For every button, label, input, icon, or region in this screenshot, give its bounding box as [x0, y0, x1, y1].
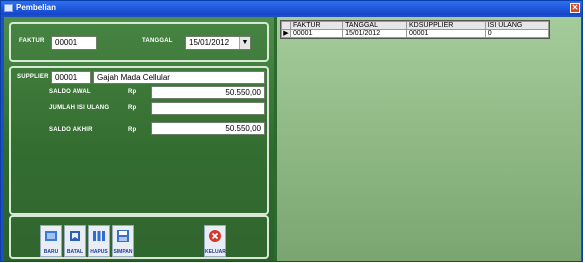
supplier-label: SUPPLIER [17, 74, 49, 80]
saldo-akhir-currency: Rp [128, 127, 137, 133]
app-icon [4, 4, 13, 12]
tanggal-label: TANGGAL [142, 38, 173, 44]
grid-header-row: FAKTUR TANGGAL KDSUPPLIER ISI ULANG [281, 21, 550, 30]
jumlah-isi-ulang-label: JUMLAH ISI ULANG [49, 105, 110, 111]
column-header[interactable]: ISI ULANG [484, 21, 550, 30]
supplier-code-input[interactable]: 00001 [51, 71, 91, 84]
form-pane: FAKTUR 00001 TANGGAL 15/01/2012 ▼ SUPPLI… [4, 17, 274, 261]
row-indicator-icon: ▶ [281, 29, 291, 38]
row-selector-header [281, 21, 291, 30]
saldo-awal-input[interactable]: 50.550,00 [151, 86, 265, 99]
saldo-awal-currency: Rp [128, 89, 137, 95]
data-grid[interactable]: FAKTUR TANGGAL KDSUPPLIER ISI ULANG ▶ 00… [280, 20, 550, 39]
keluar-label: KELUAR [205, 249, 226, 255]
batal-label: BATAL [66, 249, 84, 255]
jumlah-currency: Rp [128, 105, 137, 111]
faktur-label: FAKTUR [19, 38, 45, 44]
saldo-akhir-input[interactable]: 50.550,00 [151, 122, 265, 135]
window-title: Pembelian [16, 3, 57, 12]
table-cell[interactable]: 00001 [289, 29, 344, 38]
column-header[interactable]: FAKTUR [289, 21, 344, 30]
column-header[interactable]: TANGGAL [342, 21, 407, 30]
faktur-input[interactable]: 00001 [51, 36, 97, 50]
detail-panel: SUPPLIER 00001 Gajah Mada Cellular SALDO… [9, 66, 269, 215]
hapus-button[interactable]: HAPUS [88, 225, 110, 257]
jumlah-isi-ulang-input[interactable] [151, 102, 265, 115]
tanggal-date-picker[interactable]: 15/01/2012 ▼ [185, 36, 251, 50]
grid-pane: FAKTUR TANGGAL KDSUPPLIER ISI ULANG ▶ 00… [277, 17, 581, 261]
header-panel: FAKTUR 00001 TANGGAL 15/01/2012 ▼ [9, 22, 269, 62]
simpan-button[interactable]: SIMPAN [112, 225, 134, 257]
table-cell[interactable]: 00001 [405, 29, 486, 38]
simpan-label: SIMPAN [113, 249, 133, 255]
supplier-name-input[interactable]: Gajah Mada Cellular [93, 71, 265, 84]
tanggal-value: 15/01/2012 [189, 38, 230, 47]
title-bar[interactable]: Pembelian ✕ [1, 1, 582, 15]
baru-button[interactable]: BARU [40, 225, 62, 257]
exit-x-icon [209, 230, 221, 242]
undo-icon [70, 231, 80, 241]
close-icon[interactable]: ✕ [570, 3, 580, 13]
batal-button[interactable]: BATAL [64, 225, 86, 257]
table-row[interactable]: ▶ 00001 15/01/2012 00001 0 [281, 29, 550, 38]
new-document-icon [45, 231, 57, 241]
pembelian-window: Pembelian ✕ FAKTUR 00001 TANGGAL 15/01/2… [0, 0, 583, 262]
client-area: FAKTUR 00001 TANGGAL 15/01/2012 ▼ SUPPLI… [4, 17, 581, 261]
baru-label: BARU [43, 249, 59, 255]
table-cell[interactable]: 15/01/2012 [342, 29, 407, 38]
column-header[interactable]: KDSUPPLIER [405, 21, 486, 30]
dropdown-arrow-icon[interactable]: ▼ [239, 37, 250, 49]
toolbar-panel: BARU BATAL HAPUS SIMPAN KELUAR [9, 215, 269, 259]
hapus-label: HAPUS [90, 249, 108, 255]
table-cell[interactable]: 0 [484, 29, 550, 38]
saldo-awal-label: SALDO AWAL [49, 89, 91, 95]
save-disk-icon [117, 230, 129, 242]
saldo-akhir-label: SALDO AKHIR [49, 127, 93, 133]
keluar-button[interactable]: KELUAR [204, 225, 226, 257]
delete-columns-icon [93, 231, 105, 241]
